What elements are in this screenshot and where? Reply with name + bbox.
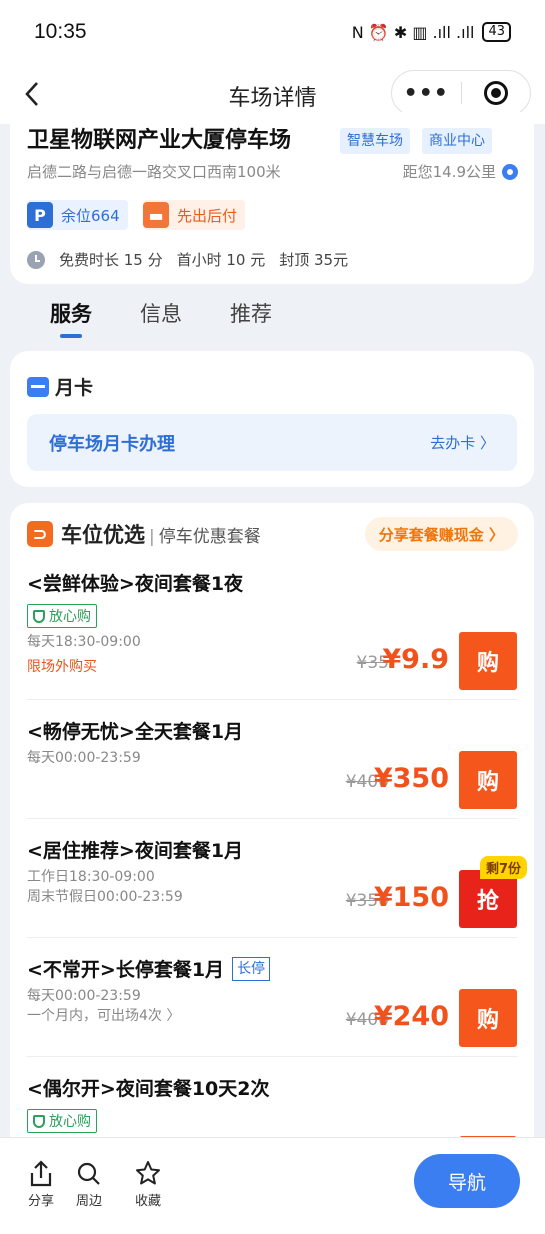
favorite-action[interactable]: 收藏: [134, 1158, 162, 1209]
lot-address: 启德二路与启德一路交叉口西南100米: [27, 163, 281, 181]
fee-free: 免费时长 15 分: [59, 251, 163, 269]
package-item: <居住推荐>夜间套餐1月 工作日18:30-09:00 周末节假日00:00-23…: [27, 836, 527, 936]
navigate-button[interactable]: 导航: [414, 1154, 520, 1208]
assured-text: 放心购: [49, 1114, 91, 1130]
long-stay-tag: 长停: [232, 956, 271, 981]
grab-label: 抢: [476, 889, 499, 914]
buy-button[interactable]: 购: [459, 632, 517, 690]
more-button[interactable]: •••: [392, 71, 461, 115]
target-icon: [483, 81, 508, 105]
fee-cap: 封顶 35元: [279, 251, 349, 269]
lot-summary-card: 卫星物联网产业大厦停车场 智慧车场 商业中心 启德二路与启德一路交叉口西南100…: [10, 112, 534, 284]
package-item: <偶尔开>夜间套餐10天2次 放心购: [27, 1074, 517, 1143]
sale-price: ¥240: [373, 1001, 449, 1032]
parking-icon: P: [27, 202, 53, 228]
package-time-text: 每天00:00-23:59: [27, 988, 141, 1004]
package-item: <畅停无忧>全天套餐1月 每天00:00-23:59 ¥400 ¥350 购: [27, 717, 517, 817]
monthly-title: 月卡: [27, 373, 93, 400]
status-bar: 10:35 N ⏰ ✱ ▥ .ıll .ıll 43: [0, 0, 545, 64]
sale-price: ¥350: [373, 763, 449, 794]
apply-card-link[interactable]: 去办卡 〉: [430, 432, 495, 453]
nearby-label: 周边: [76, 1194, 103, 1209]
close-button[interactable]: [462, 71, 531, 115]
divider: [27, 937, 517, 938]
share-action[interactable]: 分享: [28, 1158, 54, 1209]
remaining-badge: 剩7份: [479, 856, 527, 879]
clock-icon: [27, 250, 45, 269]
tag-business-center: 商业中心: [422, 128, 492, 154]
share-label: 分享: [28, 1194, 55, 1209]
tag-smart-lot: 智慧车场: [340, 128, 410, 154]
search-icon: [77, 1162, 100, 1185]
mini-program-capsule: •••: [391, 70, 531, 116]
package-header: ⊃ 车位优选 停车优惠套餐: [27, 519, 261, 549]
package-name: <不常开>长停套餐1月 长停: [27, 955, 517, 982]
tab-recommend[interactable]: 推荐: [230, 298, 272, 328]
sale-price: ¥9.9: [382, 644, 449, 675]
package-time-weekend: 周末节假日00:00-23:59: [27, 889, 183, 905]
package-name: <尝鲜体验>夜间套餐1夜: [27, 573, 244, 595]
divider: [27, 699, 517, 700]
section-tabs: 服务 信息 推荐: [50, 298, 272, 338]
favorite-label: 收藏: [134, 1194, 161, 1209]
divider: [27, 1056, 517, 1057]
divider: [27, 818, 517, 819]
share-icon: [30, 1160, 52, 1187]
spots-text: 余位664: [61, 206, 120, 225]
package-item: <不常开>长停套餐1月 长停 每天00:00-23:59 一个月内，可出场4次 〉 …: [27, 955, 517, 1055]
monthly-card-section: 月卡 停车场月卡办理 去办卡 〉: [10, 351, 534, 487]
package-name-text: <不常开>长停套餐1月: [27, 959, 225, 981]
distance-text: 距您14.9公里: [402, 163, 496, 181]
spots-chip: P 余位664: [27, 200, 128, 230]
nearby-action[interactable]: 周边: [76, 1158, 102, 1209]
card-icon: [27, 376, 49, 397]
pay-mode-chip: ▬ 先出后付: [143, 200, 246, 230]
sale-price: ¥150: [373, 882, 449, 913]
shield-icon: [33, 1114, 45, 1128]
star-icon: [136, 1161, 160, 1185]
fee-first-hour: 首小时 10 元: [176, 251, 266, 269]
exit-limit-link[interactable]: 一个月内，可出场4次 〉: [27, 1008, 180, 1024]
buy-button[interactable]: 购: [459, 989, 517, 1047]
bottom-toolbar: 分享 周边 收藏 导航: [0, 1137, 545, 1234]
assured-badge: 放心购: [27, 604, 97, 628]
shield-icon: [33, 609, 45, 623]
package-time-weekday: 工作日18:30-09:00: [27, 869, 155, 885]
location-pin-icon: [502, 163, 518, 180]
package-name: <居住推荐>夜间套餐1月: [27, 840, 244, 862]
assured-text: 放心购: [49, 609, 91, 625]
grab-button[interactable]: 抢 剩7份: [459, 856, 527, 928]
lot-distance[interactable]: 距您14.9公里: [403, 161, 518, 182]
tab-service[interactable]: 服务: [50, 298, 92, 338]
package-item: <尝鲜体验>夜间套餐1夜 放心购 每天18:30-09:00 限场外购买 ¥35…: [27, 569, 517, 690]
fee-line: 免费时长 15 分 首小时 10 元 封顶 35元: [27, 249, 352, 270]
battery-icon: 43: [482, 22, 511, 42]
package-name: <偶尔开>夜间套餐10天2次: [27, 1078, 270, 1100]
buy-button[interactable]: 购: [459, 751, 517, 809]
status-icons: N ⏰ ✱ ▥ .ıll .ıll 43: [352, 22, 511, 42]
monthly-title-text: 月卡: [55, 377, 94, 399]
package-title: 车位优选: [61, 523, 145, 547]
package-subtitle: 停车优惠套餐: [149, 522, 261, 547]
tab-info[interactable]: 信息: [140, 298, 182, 328]
car-icon: ▬: [143, 202, 169, 228]
status-indicators: N ⏰ ✱ ▥ .ıll .ıll: [351, 22, 475, 42]
status-time: 10:35: [34, 20, 87, 43]
package-logo-icon: ⊃: [27, 521, 53, 547]
package-name: <畅停无忧>全天套餐1月: [27, 721, 244, 743]
share-earn-button[interactable]: 分享套餐赚现金 〉: [364, 517, 518, 551]
package-section: ⊃ 车位优选 停车优惠套餐 分享套餐赚现金 〉 <尝鲜体验>夜间套餐1夜 放心购…: [10, 503, 534, 1143]
more-dots-icon: •••: [403, 80, 449, 106]
pay-mode-text: 先出后付: [177, 206, 238, 225]
monthly-row-label: 停车场月卡办理: [49, 433, 175, 455]
assured-badge: 放心购: [27, 1109, 97, 1133]
monthly-apply-row[interactable]: 停车场月卡办理 去办卡 〉: [27, 414, 517, 471]
lot-name: 卫星物联网产业大厦停车场: [27, 128, 292, 153]
